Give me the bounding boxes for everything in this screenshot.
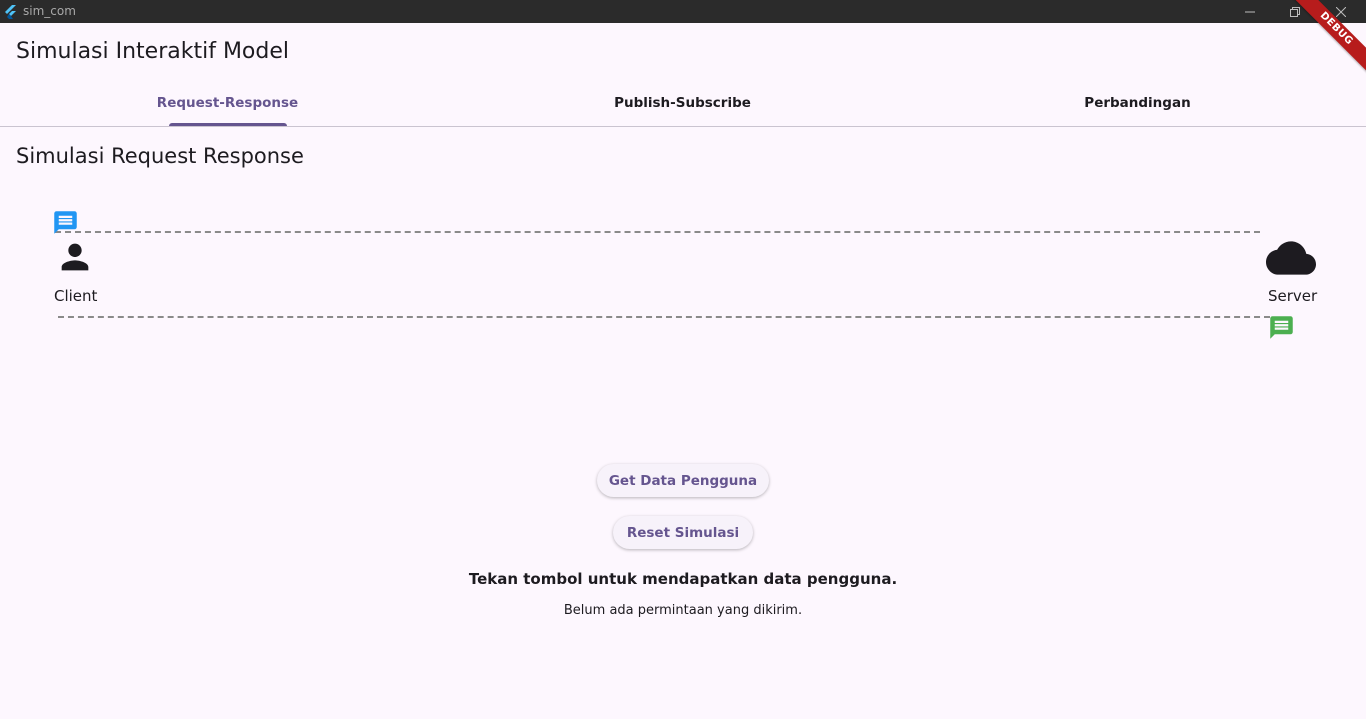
tab-publish-subscribe[interactable]: Publish-Subscribe	[455, 80, 910, 126]
restore-icon	[1290, 6, 1300, 17]
server-label: Server	[1268, 287, 1318, 305]
close-icon	[1336, 6, 1346, 17]
window-title: sim_com	[23, 4, 76, 18]
reset-simulation-button[interactable]: Reset Simulasi	[613, 516, 753, 549]
person-icon	[55, 237, 95, 281]
tab-request-response[interactable]: Request-Response	[0, 80, 455, 126]
status-message: Tekan tombol untuk mendapatkan data peng…	[468, 570, 898, 588]
simulation-title: Simulasi Request Response	[16, 144, 304, 168]
response-line	[58, 316, 1270, 318]
minimize-icon	[1245, 11, 1255, 12]
status-detail: Belum ada permintaan yang dikirim.	[563, 603, 803, 618]
request-message-icon	[52, 209, 79, 240]
cloud-icon	[1263, 233, 1319, 287]
request-line	[55, 231, 1260, 233]
page-title: Simulasi Interaktif Model	[16, 39, 290, 64]
tab-indicator	[169, 123, 287, 126]
window-titlebar: sim_com	[0, 0, 1366, 23]
flutter-icon	[4, 4, 18, 19]
minimize-button[interactable]	[1227, 0, 1273, 23]
tab-perbandingan[interactable]: Perbandingan	[910, 80, 1365, 126]
response-message-icon	[1268, 314, 1295, 345]
tab-bar: Request-Response Publish-Subscribe Perba…	[0, 80, 1366, 127]
client-label: Client	[54, 287, 98, 305]
get-data-button[interactable]: Get Data Pengguna	[597, 464, 769, 497]
